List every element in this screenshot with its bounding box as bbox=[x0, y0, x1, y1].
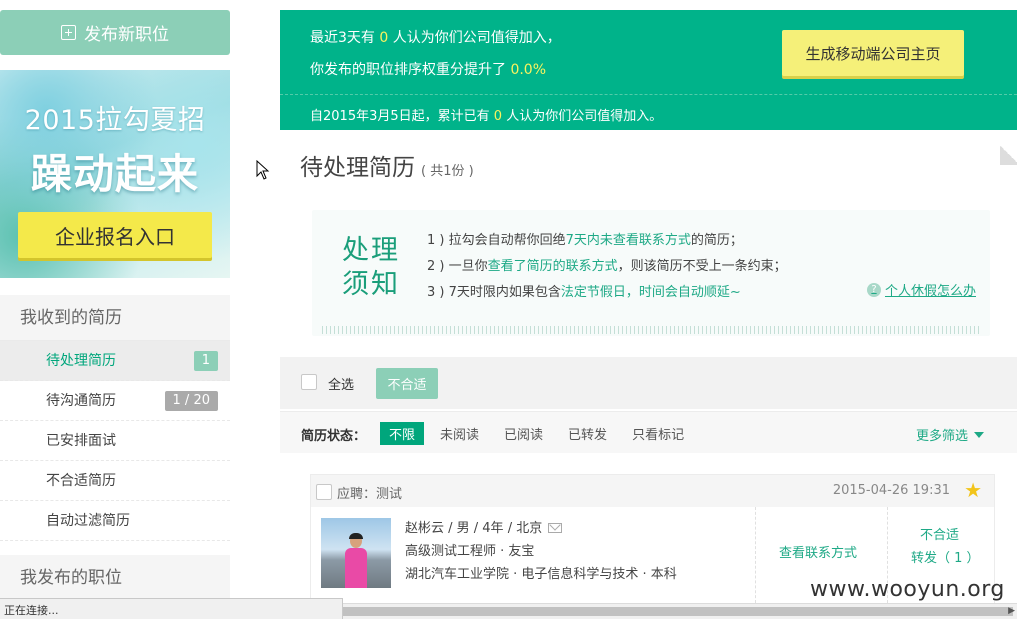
summer-recruit-banner[interactable]: 2015拉勾夏招 躁动起来 企业报名入口 bbox=[0, 70, 230, 278]
stats-text: 人认为你们公司值得加入。 bbox=[506, 109, 663, 124]
bulk-action-bar: 全选 不合适 bbox=[280, 357, 1017, 409]
count-badge: 1 / 20 bbox=[164, 391, 218, 411]
filter-label: 简历状态： bbox=[301, 429, 367, 444]
count-badge: 1 bbox=[193, 351, 218, 371]
question-icon: ? bbox=[866, 282, 881, 297]
plus-square-icon bbox=[61, 25, 76, 40]
sidebar-item-label: 自动过滤简历 bbox=[46, 513, 130, 529]
sidebar-item-unfit[interactable]: 不合适简历 bbox=[0, 461, 230, 501]
view-contact-link[interactable]: 查看联系方式 bbox=[779, 542, 857, 561]
stats-text: 你发布的职位排序权重分提升了 bbox=[310, 62, 506, 78]
rank-boost-line: 你发布的职位排序权重分提升了 0.0% bbox=[310, 59, 546, 79]
received-resumes-section: 我收到的简历 待处理简历 1 待沟通简历 1 / 20 已安排面试 不合适简历 … bbox=[0, 295, 230, 541]
avatar[interactable] bbox=[321, 518, 391, 588]
apply-date: 2015-04-26 19:31 bbox=[832, 483, 950, 498]
notice-seal-line: 须知 bbox=[342, 269, 400, 300]
post-new-job-button[interactable]: 发布新职位 bbox=[0, 10, 230, 55]
notice-text: 2 ) 一旦你 bbox=[427, 259, 488, 274]
divider bbox=[755, 507, 756, 603]
mark-unfit-link[interactable]: 不合适 bbox=[920, 524, 959, 543]
page-title-text: 待处理简历 bbox=[300, 155, 415, 181]
recent-stats-line: 最近3天有 0 人认为你们公司值得加入， bbox=[310, 27, 561, 47]
help-link-text: 个人休假怎么办 bbox=[884, 284, 976, 299]
published-jobs-section: 我发布的职位 bbox=[0, 555, 230, 601]
rank-boost-value: 0.0% bbox=[510, 62, 547, 78]
banner-slogan: 躁动起来 bbox=[31, 150, 199, 198]
published-jobs-title[interactable]: 我发布的职位 bbox=[0, 555, 230, 601]
mouse-cursor-icon bbox=[256, 160, 270, 180]
divider bbox=[280, 94, 1017, 95]
sidebar-item-to-communicate[interactable]: 待沟通简历 1 / 20 bbox=[0, 381, 230, 421]
resume-status-filter: 简历状态： 不限 未阅读 已阅读 已转发 只看标记 更多筛选 bbox=[280, 411, 1017, 453]
vacation-help-link[interactable]: ? 个人休假怎么办 bbox=[866, 280, 976, 299]
candidate-summary-text: 赵彬云 / 男 / 4年 / 北京 bbox=[405, 521, 543, 536]
company-stats-banner: 最近3天有 0 人认为你们公司值得加入， 你发布的职位排序权重分提升了 0.0%… bbox=[280, 10, 1017, 130]
cumulative-stats-line: 自2015年3月5日起，累计已有 0 人认为你们公司值得加入。 bbox=[310, 105, 662, 124]
stats-text: 最近3天有 bbox=[310, 30, 375, 46]
page-title: 待处理简历 ( 共1份 ) bbox=[300, 148, 474, 182]
notice-text: 3 ) 7天时限内如果包含 bbox=[427, 285, 561, 300]
browser-status-bar: 正在连接... bbox=[0, 598, 343, 619]
sidebar-item-interview[interactable]: 已安排面试 bbox=[0, 421, 230, 461]
scroll-right-arrow-icon[interactable]: ▶ bbox=[1008, 606, 1015, 616]
filter-option-forwarded[interactable]: 已转发 bbox=[559, 422, 616, 445]
resume-card-header: 应聘：测试 2015-04-26 19:31 ★ bbox=[311, 475, 994, 507]
sidebar-item-label: 待沟通简历 bbox=[46, 393, 116, 409]
candidate-info: 赵彬云 / 男 / 4年 / 北京 高级测试工程师 · 友宝 湖北汽车工业学院 … bbox=[405, 517, 677, 586]
resume-count: ( 共1份 ) bbox=[421, 164, 474, 179]
notice-item: 3 ) 7天时限内如果包含法定节假日，时间会自动顺延~ bbox=[427, 280, 787, 306]
enterprise-signup-button[interactable]: 企业报名入口 bbox=[18, 212, 212, 258]
notice-highlight: 7天内未查看联系方式 bbox=[565, 233, 691, 248]
sidebar-item-pending[interactable]: 待处理简历 1 bbox=[0, 341, 230, 381]
star-icon[interactable]: ★ bbox=[964, 478, 982, 502]
sidebar-item-auto-filtered[interactable]: 自动过滤简历 bbox=[0, 501, 230, 541]
notice-text: 的简历； bbox=[690, 233, 743, 248]
recent-count: 0 bbox=[379, 30, 389, 46]
person-figure bbox=[343, 533, 369, 588]
envelope-icon bbox=[548, 523, 563, 533]
select-all-label[interactable]: 全选 bbox=[328, 374, 354, 393]
filter-option-marked[interactable]: 只看标记 bbox=[623, 422, 693, 445]
applied-position: 应聘：测试 bbox=[337, 487, 403, 502]
sidebar-item-label: 不合适简历 bbox=[46, 473, 116, 489]
notice-highlight: 查看了简历的联系方式 bbox=[487, 259, 618, 274]
notice-seal: 处理 须知 bbox=[342, 234, 400, 302]
received-resumes-title: 我收到的简历 bbox=[0, 295, 230, 341]
select-all-checkbox[interactable] bbox=[301, 374, 317, 390]
filter-option-all[interactable]: 不限 bbox=[380, 422, 425, 445]
stats-text: 人认为你们公司值得加入， bbox=[392, 30, 561, 46]
forward-link[interactable]: 转发（ 1 ） bbox=[911, 547, 980, 566]
generate-mobile-homepage-button[interactable]: 生成移动端公司主页 bbox=[782, 30, 964, 76]
filter-option-read[interactable]: 已阅读 bbox=[495, 422, 552, 445]
candidate-position: 高级测试工程师 · 友宝 bbox=[405, 544, 535, 559]
more-filters-toggle[interactable]: 更多筛选 bbox=[916, 425, 984, 444]
notice-text: 1 ) 拉勾会自动帮你回绝 bbox=[427, 233, 566, 248]
watermark: www.wooyun.org bbox=[810, 577, 1005, 602]
sidebar-item-label: 已安排面试 bbox=[46, 433, 116, 449]
notice-item: 2 ) 一旦你查看了简历的联系方式，则该简历不受上一条约束； bbox=[427, 254, 787, 280]
stats-text: 自2015年3月5日起，累计已有 bbox=[310, 109, 490, 124]
sidebar-item-label: 待处理简历 bbox=[46, 353, 116, 369]
notice-highlight: 法定节假日，时间会自动顺延~ bbox=[560, 285, 741, 300]
notice-seal-line: 处理 bbox=[342, 235, 400, 266]
mark-unfit-button[interactable]: 不合适 bbox=[376, 368, 438, 399]
filter-options: 不限 未阅读 已阅读 已转发 只看标记 bbox=[380, 422, 700, 445]
more-filters-label: 更多筛选 bbox=[915, 429, 968, 444]
cumulative-count: 0 bbox=[493, 109, 503, 124]
notice-item: 1 ) 拉勾会自动帮你回绝7天内未查看联系方式的简历； bbox=[427, 228, 787, 254]
page-curl-decoration bbox=[1000, 143, 1017, 165]
triangle-down-icon bbox=[974, 431, 984, 438]
ruler-decoration bbox=[322, 326, 980, 334]
banner-year-title: 2015拉勾夏招 bbox=[24, 105, 206, 136]
resume-checkbox[interactable] bbox=[316, 484, 332, 500]
notice-list: 1 ) 拉勾会自动帮你回绝7天内未查看联系方式的简历； 2 ) 一旦你查看了简历… bbox=[427, 228, 787, 306]
notice-text: ，则该简历不受上一条约束； bbox=[617, 259, 787, 274]
candidate-summary[interactable]: 赵彬云 / 男 / 4年 / 北京 bbox=[405, 517, 677, 540]
post-new-job-label: 发布新职位 bbox=[84, 25, 169, 45]
candidate-education: 湖北汽车工业学院 · 电子信息科学与技术 · 本科 bbox=[405, 567, 677, 582]
horizontal-scrollbar[interactable]: ▶ bbox=[343, 603, 1017, 619]
scrollbar-thumb[interactable] bbox=[343, 607, 1013, 616]
filter-option-unread[interactable]: 未阅读 bbox=[431, 422, 488, 445]
processing-notice: 处理 须知 1 ) 拉勾会自动帮你回绝7天内未查看联系方式的简历； 2 ) 一旦… bbox=[312, 210, 990, 336]
